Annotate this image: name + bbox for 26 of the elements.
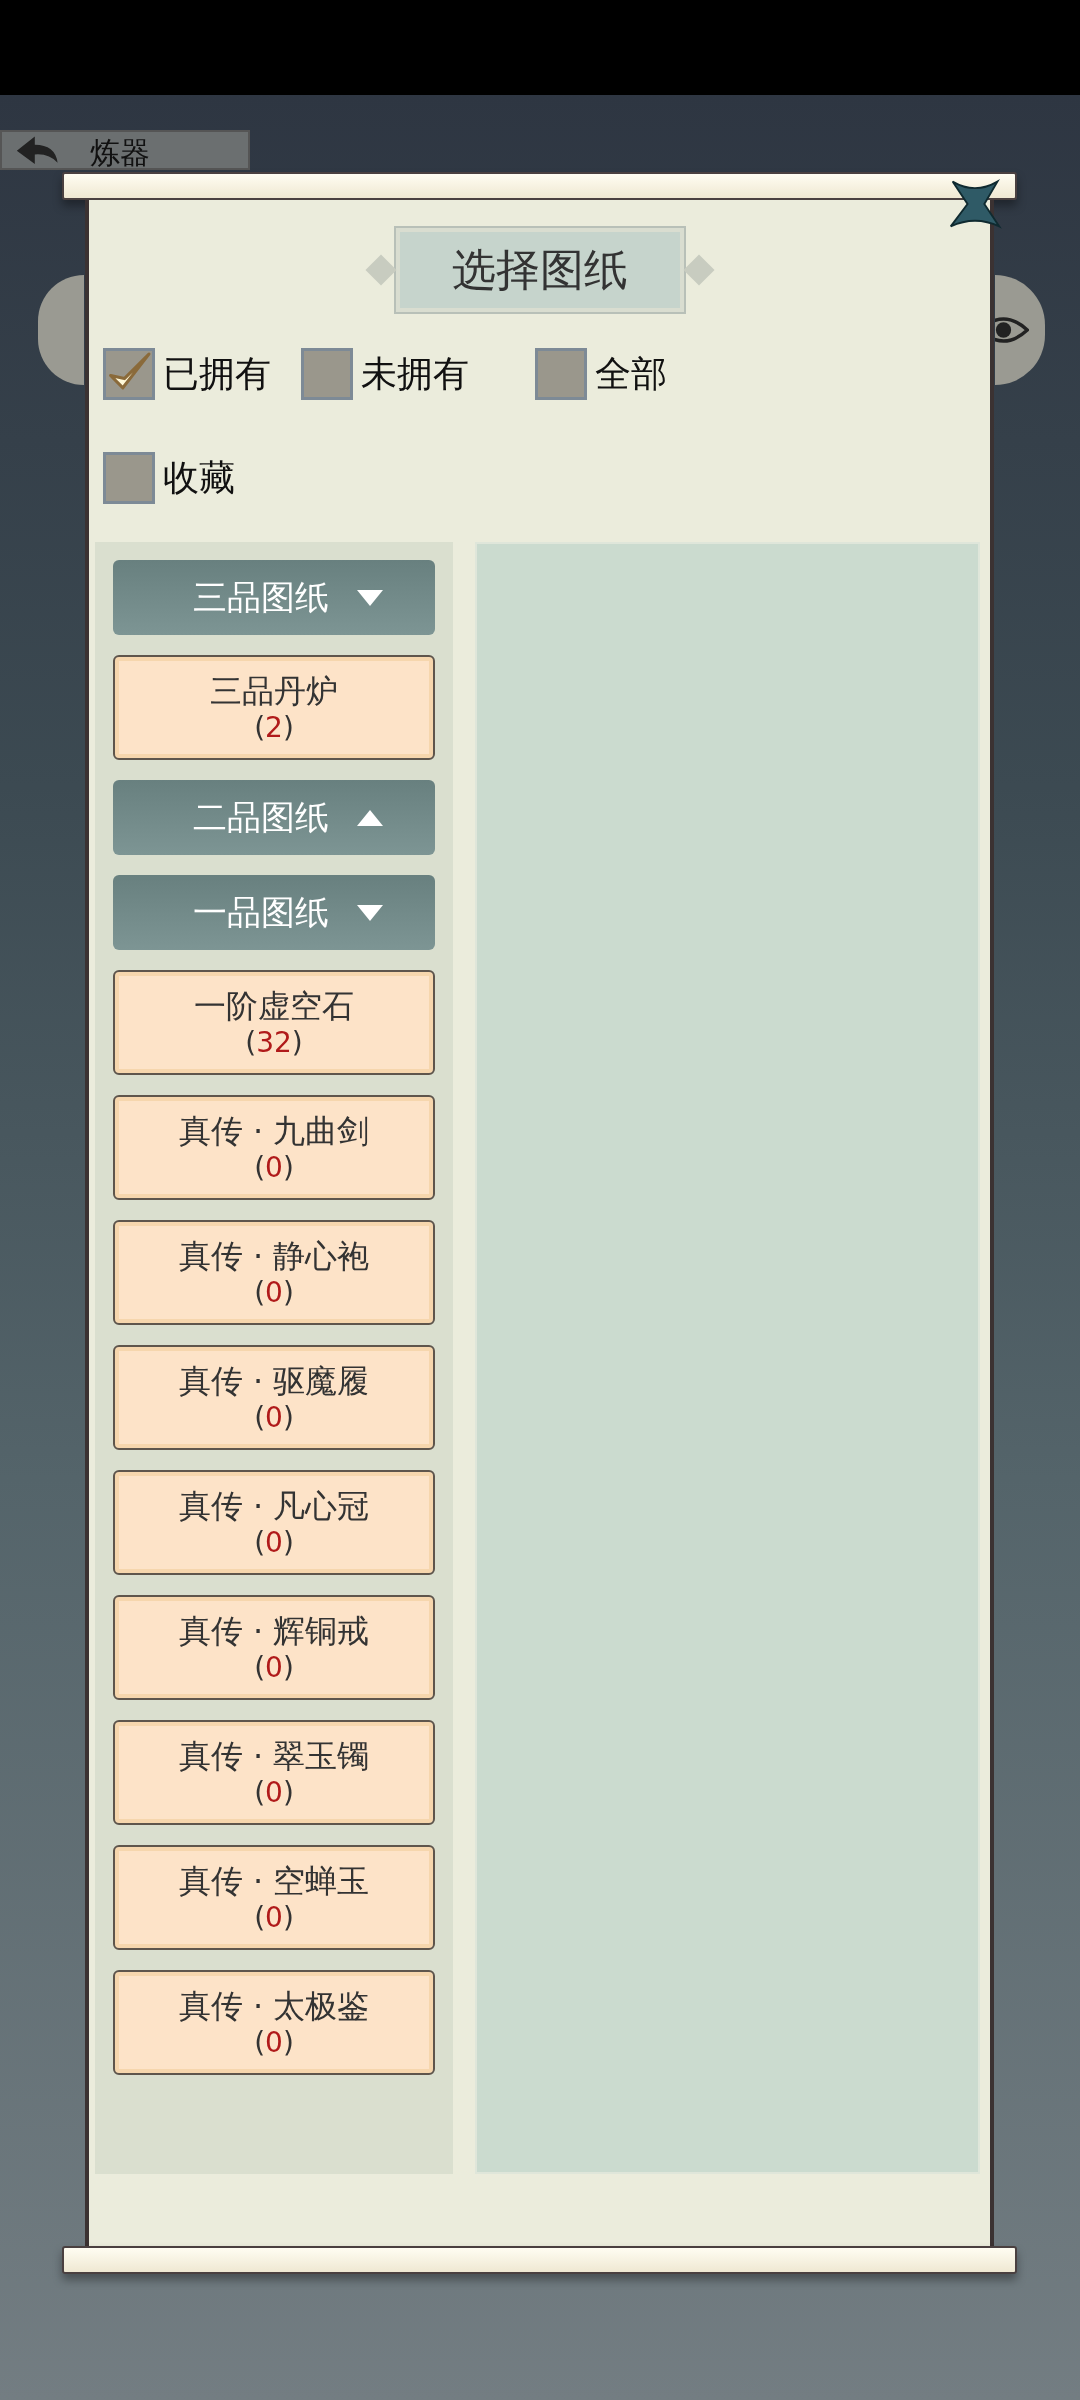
recipe-item[interactable]: 真传 · 九曲剑 (0) xyxy=(113,1095,435,1200)
recipe-item[interactable]: 真传 · 辉铜戒 (0) xyxy=(113,1595,435,1700)
group-header[interactable]: 二品图纸 xyxy=(113,780,435,855)
checkbox-label: 已拥有 xyxy=(163,352,271,396)
recipe-item[interactable]: 真传 · 空蝉玉 (0) xyxy=(113,1845,435,1950)
group-header[interactable]: 三品图纸 xyxy=(113,560,435,635)
checkbox-label: 收藏 xyxy=(163,456,235,500)
checkbox[interactable] xyxy=(103,348,155,400)
recipe-item[interactable]: 真传 · 翠玉镯 (0) xyxy=(113,1720,435,1825)
caret-icon xyxy=(355,902,385,923)
recipe-item[interactable]: 三品丹炉 (2) xyxy=(113,655,435,760)
recipe-item[interactable]: 真传 · 驱魔履 (0) xyxy=(113,1345,435,1450)
group-header[interactable]: 一品图纸 xyxy=(113,875,435,950)
recipe-item[interactable]: 一阶虚空石 (32) xyxy=(113,970,435,1075)
checkbox[interactable] xyxy=(103,452,155,504)
back-button[interactable]: 炼器 xyxy=(0,130,250,170)
caret-icon xyxy=(355,587,385,608)
screen-title: 炼器 xyxy=(90,136,150,168)
recipe-item[interactable]: 真传 · 凡心冠 (0) xyxy=(113,1470,435,1575)
checkbox[interactable] xyxy=(535,348,587,400)
dialog-title: 选择图纸 xyxy=(395,228,684,312)
checkbox-label: 全部 xyxy=(595,352,667,396)
checkbox-label: 未拥有 xyxy=(361,352,469,396)
checkbox[interactable] xyxy=(301,348,353,400)
recipe-item[interactable]: 真传 · 静心袍 (0) xyxy=(113,1220,435,1325)
recipe-item[interactable]: 真传 · 太极鉴 (0) xyxy=(113,1970,435,2075)
